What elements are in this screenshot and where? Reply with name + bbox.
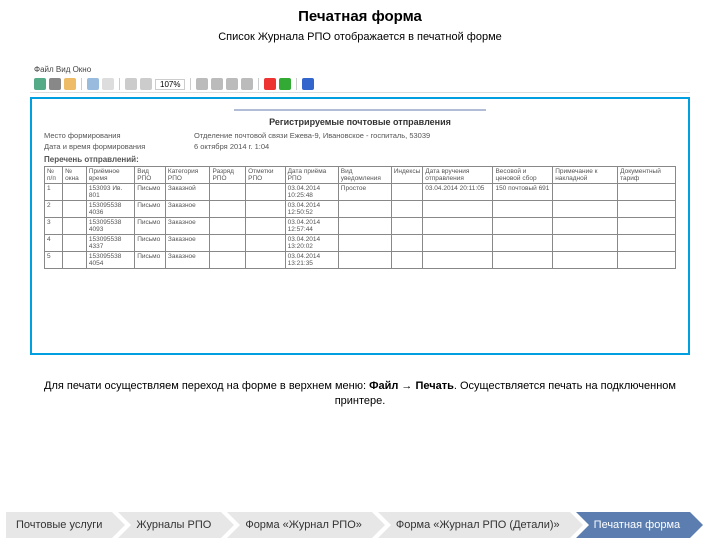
header-rule xyxy=(234,109,487,111)
separator xyxy=(258,78,259,90)
column-header: № п/п xyxy=(45,167,63,184)
page-title: Печатная форма xyxy=(0,8,720,25)
column-header: № окна xyxy=(63,167,87,184)
breadcrumb-item[interactable]: Форма «Журнал РПО» xyxy=(227,512,372,538)
table-row: 4153095538 4337ПисьмоЗаказное03.04.2014 … xyxy=(45,235,676,252)
column-header: Дата приёма РПО xyxy=(285,167,338,184)
meta-value: 6 октября 2014 г. 1:04 xyxy=(194,142,269,151)
doc-title: Регистрируемые почтовые отправления xyxy=(44,117,676,127)
app-toolbar[interactable]: 107% xyxy=(30,76,690,93)
column-header: Индексы xyxy=(391,167,423,184)
table-row: 1153093 Ив. 801ПисьмоЗаказной03.04.2014 … xyxy=(45,184,676,201)
meta-label: Дата и время формирования xyxy=(44,142,174,151)
breadcrumb-item[interactable]: Журналы РПО xyxy=(118,512,221,538)
search-icon[interactable] xyxy=(87,78,99,90)
subtitle: Список Журнала РПО отображается в печатн… xyxy=(0,31,720,43)
column-header: Приёмное время xyxy=(86,167,134,184)
hand-icon[interactable] xyxy=(102,78,114,90)
column-header: Примечание к накладной xyxy=(553,167,618,184)
column-header: Вид РПО xyxy=(135,167,166,184)
table-row: 3153095538 4093ПисьмоЗаказное03.04.2014 … xyxy=(45,218,676,235)
separator xyxy=(119,78,120,90)
breadcrumb-item[interactable]: Почтовые услуги xyxy=(6,512,112,538)
save-icon[interactable] xyxy=(34,78,46,90)
nav-prev-icon[interactable] xyxy=(211,78,223,90)
breadcrumb-item[interactable]: Форма «Журнал РПО (Детали)» xyxy=(378,512,570,538)
separator xyxy=(296,78,297,90)
list-label: Перечень отправлений: xyxy=(44,155,676,164)
document-preview: Файл Вид Окно 107% Регистрируемые почтов… xyxy=(30,63,690,355)
instruction-text: Для печати осуществляем переход на форме… xyxy=(30,379,690,410)
print-icon[interactable] xyxy=(49,78,61,90)
table-row: 5153095538 4054ПисьмоЗаказное03.04.2014 … xyxy=(45,252,676,269)
breadcrumb: Почтовые услугиЖурналы РПОФорма «Журнал … xyxy=(0,512,720,538)
zoom-in-icon[interactable] xyxy=(140,78,152,90)
column-header: Документный тариф xyxy=(618,167,676,184)
column-header: Разряд РПО xyxy=(210,167,246,184)
table-row: 2153095538 4036ПисьмоЗаказное03.04.2014 … xyxy=(45,201,676,218)
nav-first-icon[interactable] xyxy=(196,78,208,90)
color-icon[interactable] xyxy=(264,78,276,90)
column-header: Отметки РПО xyxy=(246,167,286,184)
zoom-out-icon[interactable] xyxy=(125,78,137,90)
nav-last-icon[interactable] xyxy=(241,78,253,90)
refresh-icon[interactable] xyxy=(279,78,291,90)
column-header: Весовой и ценовой сбор xyxy=(493,167,553,184)
nav-next-icon[interactable] xyxy=(226,78,238,90)
rpo-table: № п/п№ окнаПриёмное времяВид РПОКатегори… xyxy=(44,166,676,269)
separator xyxy=(81,78,82,90)
mail-icon[interactable] xyxy=(64,78,76,90)
page-canvas: Регистрируемые почтовые отправления Мест… xyxy=(30,97,690,355)
zoom-level[interactable]: 107% xyxy=(155,79,185,90)
meta-value: Отделение почтовой связи Ежева-9, Иванов… xyxy=(194,131,430,140)
breadcrumb-item[interactable]: Печатная форма xyxy=(576,512,690,538)
settings-icon[interactable] xyxy=(302,78,314,90)
column-header: Категория РПО xyxy=(165,167,210,184)
column-header: Вид уведомления xyxy=(338,167,391,184)
column-header: Дата вручения отправления xyxy=(423,167,493,184)
meta-label: Место формирования xyxy=(44,131,174,140)
app-menubar[interactable]: Файл Вид Окно xyxy=(30,63,690,76)
separator xyxy=(190,78,191,90)
